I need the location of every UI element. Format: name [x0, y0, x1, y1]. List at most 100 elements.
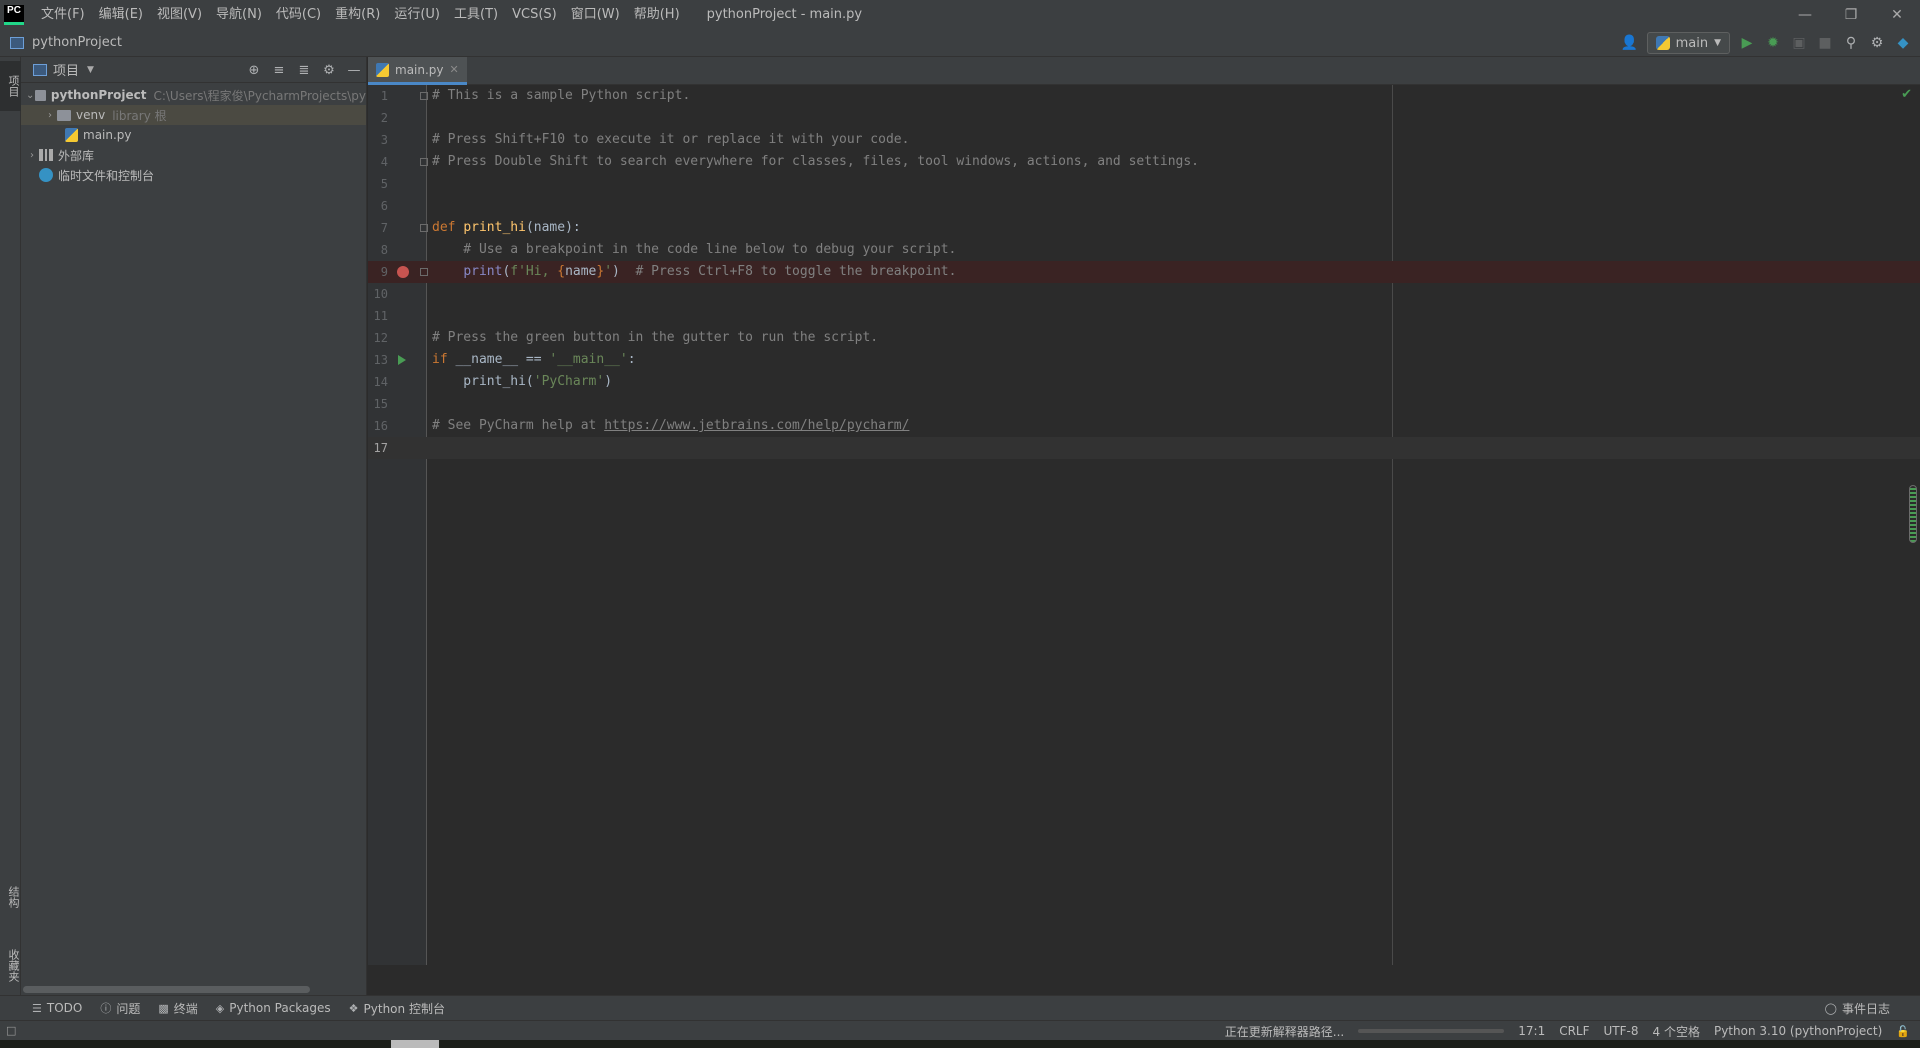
hide-panel-icon[interactable]: — — [346, 62, 362, 78]
menu-code[interactable]: 代码(C) — [269, 0, 328, 29]
code-line: 5 — [368, 173, 1920, 195]
problems-tool-button[interactable]: ⓘ 问题 — [100, 1000, 140, 1017]
horizontal-scrollbar[interactable] — [23, 986, 310, 993]
tree-item-scratches[interactable]: 临时文件和控制台 — [21, 165, 366, 185]
line-separator[interactable]: CRLF — [1559, 1024, 1589, 1038]
project-panel-title[interactable]: 项目 — [53, 60, 79, 79]
code-text: # This is a sample Python script. — [432, 88, 691, 103]
code-text: # See PyCharm help at https://www.jetbra… — [432, 418, 910, 433]
python-interpreter[interactable]: Python 3.10 (pythonProject) — [1714, 1024, 1882, 1038]
structure-tool-tab[interactable]: 结构 — [0, 872, 21, 922]
help-link[interactable]: https://www.jetbrains.com/help/pycharm/ — [604, 418, 909, 433]
coverage-icon[interactable]: ▣ — [1790, 34, 1808, 52]
menu-tools[interactable]: 工具(T) — [447, 0, 505, 29]
tree-item-main-py[interactable]: main.py — [21, 125, 366, 145]
main-file-name: main.py — [83, 128, 132, 142]
taskbar-indicator — [391, 1040, 439, 1048]
folder-icon — [57, 109, 71, 121]
locate-file-icon[interactable]: ⊕ — [246, 62, 262, 78]
folder-icon — [35, 89, 46, 101]
menu-vcs[interactable]: VCS(S) — [505, 0, 564, 29]
close-icon[interactable]: ✕ — [450, 63, 459, 76]
info-icon: ⓘ — [100, 1002, 112, 1015]
fold-marker-icon[interactable] — [420, 268, 428, 276]
menu-help[interactable]: 帮助(H) — [627, 0, 687, 29]
account-icon[interactable]: 👤 — [1621, 34, 1639, 52]
toggle-tool-windows-icon[interactable]: □ — [6, 1024, 16, 1037]
tab-main-py[interactable]: main.py ✕ — [368, 57, 467, 85]
run-icon[interactable]: ▶ — [1738, 34, 1756, 52]
lock-icon[interactable]: 🔓 — [1896, 1025, 1910, 1038]
line-number: 9 — [380, 265, 388, 279]
line-number: 13 — [373, 353, 388, 367]
stop-icon[interactable]: ■ — [1816, 34, 1834, 52]
chevron-right-icon[interactable]: › — [25, 150, 39, 161]
code-text: # Press the green button in the gutter t… — [432, 330, 879, 345]
caret-position[interactable]: 17:1 — [1518, 1024, 1545, 1038]
project-tab-label: 项目 — [7, 75, 20, 97]
console-label: Python 控制台 — [363, 1001, 445, 1016]
project-root-path: C:\Users\程家俊\PycharmProjects\py — [153, 88, 366, 103]
jetbrains-toolbox-icon[interactable]: ◆ — [1894, 34, 1912, 52]
tree-item-project-root[interactable]: ⌄ pythonProject C:\Users\程家俊\PycharmProj… — [21, 85, 366, 105]
fold-marker-icon[interactable] — [420, 158, 428, 166]
tree-item-external-libraries[interactable]: › 外部库 — [21, 145, 366, 165]
line-number: 1 — [380, 89, 388, 103]
menu-edit[interactable]: 编辑(E) — [92, 0, 150, 29]
terminal-tool-button[interactable]: ▩ 终端 — [158, 1000, 197, 1017]
chevron-down-icon: ▼ — [1714, 38, 1721, 48]
minimize-button[interactable]: — — [1782, 0, 1828, 29]
background-task-text[interactable]: 正在更新解释器路径... — [1225, 1023, 1344, 1040]
search-icon[interactable]: ⚲ — [1842, 34, 1860, 52]
restore-button[interactable]: ❐ — [1828, 0, 1874, 29]
line-number: 14 — [373, 375, 388, 389]
python-packages-tool-button[interactable]: ◈ Python Packages — [216, 1001, 331, 1015]
code-line: 16 # See PyCharm help at https://www.jet… — [368, 415, 1920, 437]
collapse-all-icon[interactable]: ≣ — [296, 62, 312, 78]
file-encoding[interactable]: UTF-8 — [1604, 1024, 1639, 1038]
line-number: 11 — [373, 309, 388, 323]
favorites-tool-tab[interactable]: 收藏夹 — [0, 937, 21, 993]
project-root-name: pythonProject — [50, 88, 147, 102]
python-console-tool-button[interactable]: ❖ Python 控制台 — [349, 1000, 445, 1017]
fold-marker-icon[interactable] — [420, 224, 428, 232]
vertical-scrollbar[interactable] — [1909, 485, 1917, 543]
chevron-down-icon[interactable]: ▼ — [87, 65, 94, 75]
chevron-right-icon[interactable]: › — [43, 110, 57, 121]
library-icon — [39, 149, 53, 161]
menu-run[interactable]: 运行(U) — [387, 0, 447, 29]
gear-icon[interactable]: ⚙ — [1868, 34, 1886, 52]
menu-file[interactable]: 文件(F) — [34, 0, 92, 29]
code-text: # Press Double Shift to search everywher… — [432, 154, 1200, 169]
run-gutter-icon[interactable] — [398, 355, 406, 365]
breadcrumb-project[interactable]: pythonProject — [32, 35, 122, 50]
todo-tool-button[interactable]: ☰ TODO — [32, 1001, 82, 1015]
code-line: 1 # This is a sample Python script. — [368, 85, 1920, 107]
packages-label: Python Packages — [229, 1001, 331, 1015]
project-view-icon — [33, 63, 47, 76]
code-area[interactable]: ✔ 1 # This is a sample Python script. 2 … — [368, 85, 1920, 965]
layers-icon: ◈ — [215, 1001, 225, 1015]
project-tool-tab[interactable]: 项目 — [0, 61, 21, 111]
event-log-button[interactable]: ◯ 事件日志 — [1825, 996, 1890, 1021]
status-bar: □ 正在更新解释器路径... 17:1 CRLF UTF-8 4 个空格 Pyt… — [0, 1020, 1920, 1040]
code-line: 13 if __name__ == '__main__': — [368, 349, 1920, 371]
chevron-down-icon[interactable]: ⌄ — [25, 90, 35, 101]
menu-navigate[interactable]: 导航(N) — [209, 0, 269, 29]
menu-refactor[interactable]: 重构(R) — [328, 0, 387, 29]
gear-icon[interactable]: ⚙ — [321, 62, 337, 78]
fold-marker-icon[interactable] — [420, 92, 428, 100]
close-button[interactable]: ✕ — [1874, 0, 1920, 29]
code-text: print(f'Hi, {name}') # Press Ctrl+F8 to … — [463, 264, 957, 279]
indent-setting[interactable]: 4 个空格 — [1653, 1023, 1700, 1040]
debug-icon[interactable]: ✹ — [1764, 34, 1782, 52]
line-number: 17 — [373, 441, 388, 455]
tree-item-venv[interactable]: › venv library 根 — [21, 105, 366, 125]
project-panel-tools: ⊕ ≡ ≣ ⚙ — — [246, 57, 362, 83]
expand-all-icon[interactable]: ≡ — [271, 62, 287, 78]
menu-window[interactable]: 窗口(W) — [564, 0, 627, 29]
code-text: # Use a breakpoint in the code line belo… — [432, 242, 957, 257]
breakpoint-icon[interactable] — [397, 266, 409, 278]
menu-view[interactable]: 视图(V) — [150, 0, 209, 29]
run-configuration-select[interactable]: main ▼ — [1646, 32, 1730, 54]
